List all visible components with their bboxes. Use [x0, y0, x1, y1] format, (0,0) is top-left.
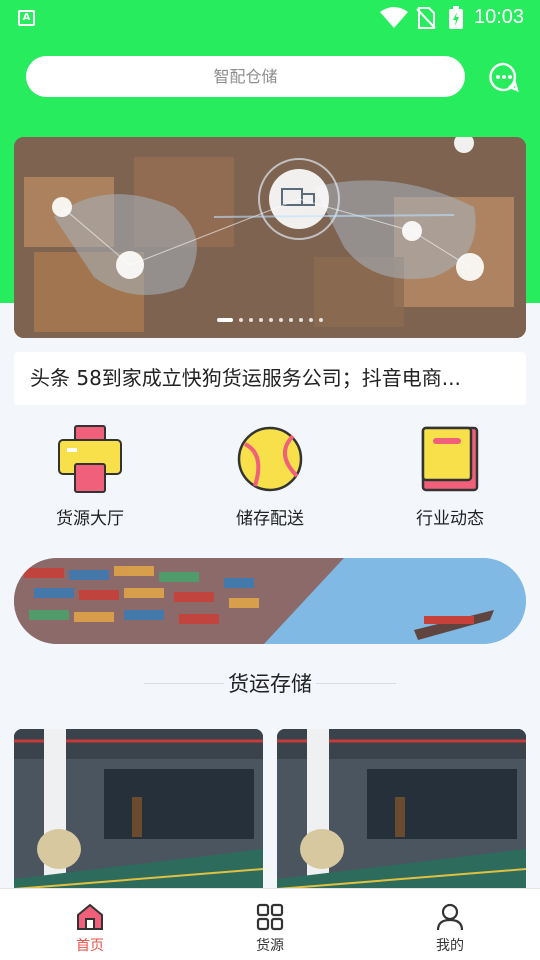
clock: 10:03 — [474, 6, 525, 28]
carousel-dot[interactable] — [299, 318, 303, 322]
search-input[interactable]: 智配仓储 — [26, 56, 465, 97]
entry-label: 储存配送 — [236, 509, 304, 529]
tab-label: 货源 — [256, 938, 284, 954]
carousel-dot[interactable] — [279, 318, 283, 322]
tab-profile[interactable]: 我的 — [360, 889, 540, 960]
entry-label: 货源大厅 — [56, 509, 124, 529]
tab-home[interactable]: 首页 — [0, 889, 180, 960]
tab-label: 我的 — [436, 938, 464, 954]
home-icon — [77, 903, 103, 930]
entry-storage-delivery[interactable]: 储存配送 — [210, 424, 330, 529]
warehouse-card[interactable] — [14, 729, 263, 899]
carousel-dot[interactable] — [249, 318, 253, 322]
promo-banner-carousel[interactable] — [14, 137, 526, 338]
tab-label: 首页 — [76, 938, 104, 954]
status-bar: A 10:03 — [0, 0, 540, 36]
printer-icon — [58, 425, 122, 493]
container-port-image — [14, 558, 526, 644]
carousel-dot[interactable] — [269, 318, 273, 322]
section-divider-right — [316, 683, 396, 684]
warehouse-photo — [277, 729, 526, 899]
carousel-dot[interactable] — [289, 318, 293, 322]
no-sim-icon — [416, 7, 436, 29]
carousel-dot[interactable] — [309, 318, 313, 322]
user-icon — [436, 903, 464, 931]
carousel-dot[interactable] — [319, 318, 323, 322]
carousel-dot[interactable] — [259, 318, 263, 322]
app-notification-icon: A — [18, 10, 35, 26]
warehouse-photo — [14, 729, 263, 899]
entry-label: 行业动态 — [416, 509, 484, 529]
port-banner-image[interactable] — [14, 558, 526, 644]
carousel-indicators[interactable] — [14, 318, 526, 322]
news-ticker[interactable]: 头条 58到家成立快狗货运服务公司；抖音电商... — [14, 352, 526, 405]
entry-cargo-hall[interactable]: 货源大厅 — [30, 424, 150, 529]
ball-icon — [237, 426, 303, 492]
grid-icon — [256, 903, 284, 931]
message-icon[interactable] — [488, 61, 520, 93]
bottom-tab-bar: 首页 货源 我的 — [0, 888, 540, 960]
book-icon — [421, 426, 479, 492]
section-title: 货运存储 — [228, 672, 312, 696]
tab-cargo[interactable]: 货源 — [180, 889, 360, 960]
wifi-icon — [380, 7, 408, 28]
carousel-dot[interactable] — [239, 318, 243, 322]
entry-industry-news[interactable]: 行业动态 — [390, 424, 510, 529]
battery-icon — [449, 6, 463, 29]
logistics-network-image — [14, 137, 526, 338]
carousel-dot[interactable] — [217, 318, 233, 322]
warehouse-card[interactable] — [277, 729, 526, 899]
